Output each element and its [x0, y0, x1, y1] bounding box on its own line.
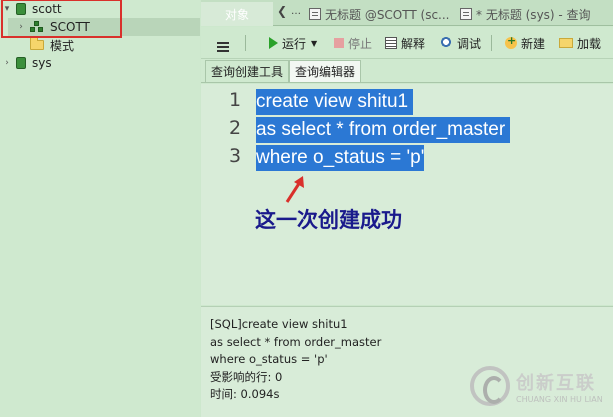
watermark-text: 创新互联	[516, 372, 596, 394]
line-number: 1	[229, 89, 242, 111]
tab-bar: 对象 ❮ … 无标题 @SCOTT (sc... * 无标题 (sys) - 查…	[201, 0, 613, 26]
result-line: where o_status = 'p'	[210, 352, 328, 366]
toolbar-divider	[491, 35, 492, 51]
tab-overflow-icon[interactable]: …	[291, 6, 301, 17]
debug-button[interactable]: 调试	[441, 33, 481, 53]
watermark-subtext: CHUANG XIN HU LIAN	[516, 394, 603, 404]
tab-scroll-left-icon[interactable]: ❮	[277, 4, 287, 18]
menu-icon	[217, 42, 229, 52]
tab-objects[interactable]: 对象	[201, 2, 273, 26]
red-arrow-icon	[285, 176, 304, 203]
explain-button[interactable]: 解释	[385, 33, 425, 53]
query-icon	[460, 8, 472, 20]
play-icon	[269, 37, 278, 49]
tab-untitled-scott[interactable]: 无标题 @SCOTT (sc...	[309, 2, 456, 26]
code-line[interactable]: create view shitu1	[256, 89, 414, 115]
new-icon	[505, 34, 517, 49]
sql-editor[interactable]: 1 2 3 create view shitu1 as select * fro…	[201, 84, 613, 305]
menu-button[interactable]	[217, 37, 229, 57]
query-icon	[309, 8, 321, 20]
stop-button[interactable]: 停止	[334, 33, 372, 53]
folder-icon	[30, 37, 44, 50]
result-line: 受影响的行: 0	[210, 370, 283, 384]
toolbar-divider	[245, 35, 246, 51]
annotation-text: 这一次创建成功	[255, 208, 402, 232]
result-line: as select * from order_master	[210, 335, 382, 349]
line-number: 2	[229, 117, 242, 139]
result-line: [SQL]create view shitu1	[210, 317, 348, 331]
tab-untitled-sys[interactable]: * 无标题 (sys) - 查询	[460, 2, 613, 26]
new-button[interactable]: 新建	[505, 33, 545, 53]
highlight-box	[1, 0, 122, 38]
chevron-right-icon[interactable]: ›	[2, 54, 12, 72]
dropdown-icon[interactable]: ▼	[311, 39, 317, 48]
code-line[interactable]: as select * from order_master	[256, 117, 511, 143]
toolbar: 运行 ▼ 停止 解释 调试 新建 加载	[201, 27, 613, 59]
database-icon	[16, 57, 26, 69]
stop-icon	[334, 38, 344, 48]
run-button[interactable]: 运行 ▼	[269, 33, 317, 53]
tree-item-schemas[interactable]: 模式	[26, 36, 74, 54]
tree-item-label: sys	[32, 56, 52, 70]
tree-item-label: 模式	[50, 38, 75, 53]
tree-item-sys[interactable]: › sys	[2, 54, 52, 72]
navigation-tree: ▾ scott › SCOTT 模式 › sys	[0, 0, 200, 417]
folder-icon	[559, 38, 573, 48]
result-line: 时间: 0.094s	[210, 387, 280, 401]
explain-icon	[385, 37, 397, 49]
line-number-gutter: 1 2 3	[201, 84, 253, 305]
editor-subtabs: 查询创建工具 查询编辑器	[201, 59, 613, 83]
tab-query-editor[interactable]: 查询编辑器	[289, 60, 362, 82]
watermark-icon	[470, 366, 510, 406]
load-button[interactable]: 加载	[559, 33, 601, 53]
tab-query-builder[interactable]: 查询创建工具	[205, 60, 290, 82]
code-line[interactable]: where o_status = 'p'	[256, 145, 425, 171]
watermark-logo: 创新互联 CHUANG XIN HU LIAN	[470, 366, 603, 406]
debug-icon	[441, 37, 453, 49]
line-number: 3	[229, 145, 242, 167]
